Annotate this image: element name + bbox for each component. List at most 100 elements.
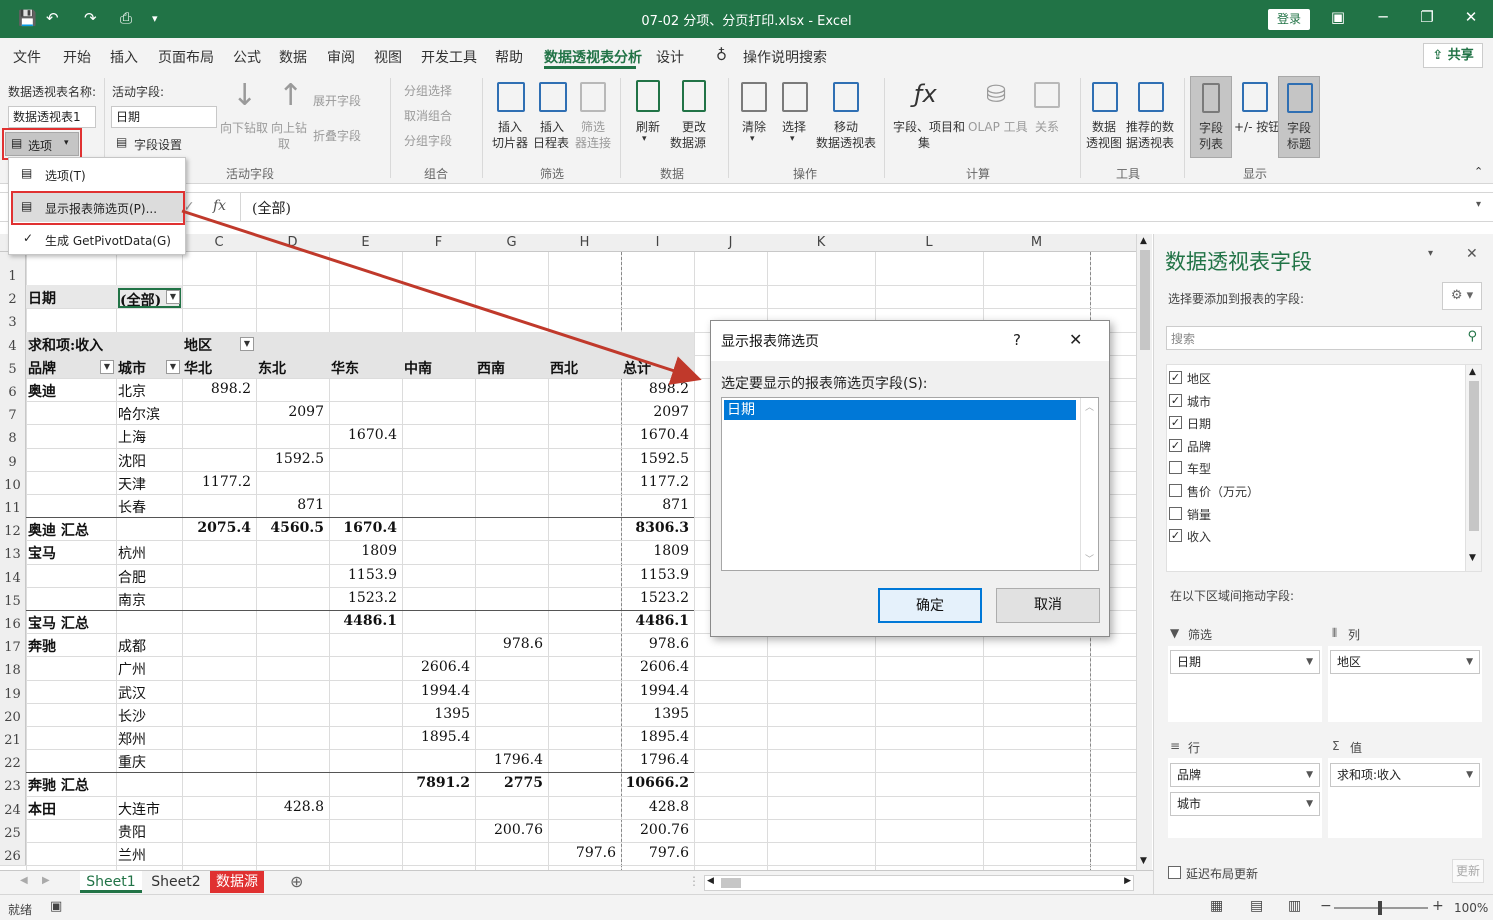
value-cell[interactable]: 7891.2: [404, 775, 474, 795]
tab-pivottable-analyze[interactable]: 数据透视表分析: [544, 47, 642, 67]
tab-page-layout[interactable]: 页面布局: [158, 47, 214, 67]
zoom-slider-thumb[interactable]: [1378, 901, 1382, 915]
value-cell[interactable]: 2775: [477, 775, 547, 795]
tab-formulas[interactable]: 公式: [233, 47, 261, 67]
value-cell[interactable]: 1523.2: [331, 590, 401, 610]
value-cell[interactable]: 1796.4: [623, 752, 693, 772]
row-header[interactable]: 25: [0, 818, 26, 842]
active-field-input[interactable]: 日期: [111, 106, 217, 128]
value-cell[interactable]: 1796.4: [477, 752, 547, 772]
row-header[interactable]: 22: [0, 749, 26, 773]
region-column-header[interactable]: 东北: [258, 358, 328, 378]
formula-input[interactable]: (全部): [252, 198, 291, 218]
row-header[interactable]: 2: [0, 285, 26, 309]
defer-layout-checkbox[interactable]: [1168, 866, 1181, 879]
fields-items-sets-button[interactable]: 字段、项目和: [893, 118, 965, 135]
value-cell[interactable]: 1395: [404, 706, 474, 726]
row-header[interactable]: 18: [0, 656, 26, 680]
row-header[interactable]: 23: [0, 772, 26, 796]
row-header[interactable]: 17: [0, 633, 26, 657]
value-cell[interactable]: 797.6: [623, 845, 693, 865]
field-name[interactable]: 车型: [1187, 460, 1211, 477]
ungroup-button[interactable]: 取消组合: [404, 107, 452, 124]
value-cell[interactable]: 428.8: [623, 799, 693, 819]
value-cell[interactable]: 1523.2: [623, 590, 693, 610]
city-cell[interactable]: 贵阳: [118, 822, 181, 842]
row-header[interactable]: 1: [0, 262, 26, 286]
row-header[interactable]: 4: [0, 331, 26, 355]
row-header[interactable]: 26: [0, 842, 26, 866]
values-header[interactable]: 求和项:收入: [28, 335, 178, 355]
city-cell[interactable]: 重庆: [118, 752, 181, 772]
filter-field-chip[interactable]: 日期 ▼: [1170, 650, 1320, 674]
expand-field-button[interactable]: 展开字段: [313, 92, 361, 109]
brand-cell[interactable]: 奥迪 汇总: [28, 520, 178, 540]
row-field-chip[interactable]: 城市 ▼: [1170, 792, 1320, 816]
login-button[interactable]: 登录: [1268, 9, 1310, 30]
scroll-thumb[interactable]: [1140, 250, 1150, 350]
region-column-header[interactable]: 中南: [404, 358, 474, 378]
drill-down-button[interactable]: 向下钻取: [220, 119, 268, 136]
refresh-button[interactable]: 刷新: [636, 118, 660, 135]
scroll-left-icon[interactable]: ◀: [707, 876, 714, 886]
gear-icon[interactable]: ⚙ ▾: [1442, 282, 1482, 310]
horizontal-scrollbar[interactable]: ◀ ▶: [704, 875, 1134, 891]
value-cell[interactable]: 1895.4: [623, 729, 693, 749]
column-header[interactable]: I: [621, 234, 694, 252]
field-checkbox[interactable]: [1169, 506, 1182, 520]
collapse-ribbon-icon[interactable]: ⌃: [1474, 165, 1483, 178]
brand-cell[interactable]: 宝马 汇总: [28, 613, 178, 633]
field-name[interactable]: 日期: [1187, 415, 1211, 432]
filter-dropdown-icon[interactable]: ▼: [240, 336, 254, 351]
column-header[interactable]: F: [402, 234, 475, 252]
value-cell[interactable]: 1670.4: [623, 427, 693, 447]
city-cell[interactable]: 杭州: [118, 543, 181, 563]
row-header[interactable]: 9: [0, 447, 26, 471]
field-checkbox[interactable]: ✓: [1169, 371, 1182, 384]
value-cell[interactable]: 428.8: [258, 799, 328, 819]
row-header[interactable]: 20: [0, 702, 26, 726]
field-checkbox[interactable]: ✓: [1169, 393, 1182, 407]
collapse-field-button[interactable]: 折叠字段: [313, 127, 361, 144]
value-cell[interactable]: 2606.4: [623, 659, 693, 679]
row-header[interactable]: 13: [0, 540, 26, 564]
field-name[interactable]: 城市: [1187, 393, 1211, 410]
add-sheet-icon[interactable]: ⊕: [290, 872, 303, 891]
ok-button[interactable]: 确定: [878, 588, 982, 623]
field-checkbox[interactable]: [1169, 484, 1182, 497]
field-name[interactable]: 品牌: [1187, 438, 1211, 455]
field-list-button[interactable]: 字段 列表: [1190, 76, 1232, 158]
region-column-header[interactable]: 华东: [331, 358, 401, 378]
sheet-tab-data-source[interactable]: 数据源: [210, 871, 264, 893]
brand-cell[interactable]: 奔驰 汇总: [28, 775, 178, 795]
region-column-header[interactable]: 总计: [623, 358, 693, 378]
city-cell[interactable]: 郑州: [118, 729, 181, 749]
ribbon-display-icon[interactable]: ▣: [1323, 8, 1353, 30]
column-header[interactable]: J: [694, 234, 767, 252]
value-cell[interactable]: 871: [623, 497, 693, 517]
pivotchart-button[interactable]: 数据: [1092, 118, 1116, 135]
region-column-header[interactable]: 西南: [477, 358, 547, 378]
tab-home[interactable]: 开始: [63, 47, 91, 67]
value-cell[interactable]: 4486.1: [623, 613, 693, 633]
pane-options-icon[interactable]: ▾: [1428, 248, 1433, 259]
filter-dropdown-icon[interactable]: ▼: [166, 359, 180, 374]
city-cell[interactable]: 大连市: [118, 799, 181, 819]
column-header[interactable]: H: [548, 234, 621, 252]
value-cell[interactable]: 2606.4: [404, 659, 474, 679]
column-header[interactable]: E: [329, 234, 402, 252]
tab-review[interactable]: 审阅: [327, 47, 355, 67]
scroll-down-icon[interactable]: ▼: [1469, 553, 1476, 563]
tab-insert[interactable]: 插入: [110, 47, 138, 67]
search-input[interactable]: 搜索 ⚲: [1166, 326, 1482, 350]
fx-button[interactable]: fx: [213, 198, 226, 214]
pane-close-icon[interactable]: ✕: [1466, 246, 1478, 262]
field-name[interactable]: 收入: [1187, 528, 1211, 545]
menu-item-getpivotdata[interactable]: 生成 GetPivotData(G): [45, 232, 171, 249]
minimize-icon[interactable]: ─: [1368, 8, 1398, 30]
clear-button[interactable]: 清除: [742, 118, 766, 135]
field-name[interactable]: 销量: [1187, 506, 1211, 523]
filter-connections-button[interactable]: 筛选: [581, 118, 605, 135]
tab-developer[interactable]: 开发工具: [421, 47, 477, 67]
region-column-header[interactable]: 西北: [550, 358, 620, 378]
